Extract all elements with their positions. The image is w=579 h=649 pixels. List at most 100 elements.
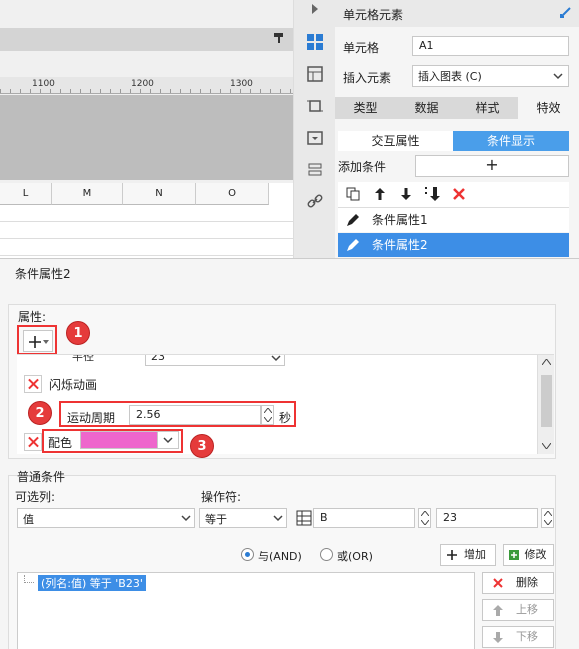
condition-item[interactable]: 条件属性1 [338,208,569,232]
move-up-label: 上移 [516,603,538,616]
add-condition-button[interactable]: + [415,155,569,177]
insert-element-label: 插入元素 [343,71,392,85]
side-icon-strip [293,0,335,258]
spreadsheet-grid[interactable]: L M N O [0,183,293,258]
condition-toolbar [338,182,569,208]
highlight-box-1 [17,325,57,355]
panel-tabs: 类型 数据 样式 特效 [335,97,579,119]
attribute-group-label: 属性: [18,310,47,324]
chevron-down-icon [553,73,563,80]
cell-field[interactable]: A1 [412,36,569,56]
scroll-up-icon[interactable] [542,359,551,365]
cell-reference-input[interactable]: B [313,508,415,528]
ruler-tick-label: 1300 [230,79,253,89]
grid-reference-icon[interactable] [296,510,312,526]
or-radio[interactable] [320,548,333,561]
operator-label: 操作符: [201,490,242,504]
remove-blink-icon[interactable] [24,375,42,393]
pencil-icon [347,239,359,251]
spin-up-icon[interactable] [421,511,429,516]
crop-icon[interactable] [306,97,324,115]
panel-title-text: 单元格元素 [343,8,404,22]
condition-item-label: 条件属性2 [372,238,428,252]
grid-row[interactable] [0,205,293,222]
tab-data[interactable]: 数据 [396,97,457,119]
grid-row[interactable] [0,239,293,256]
modify-button[interactable]: 修改 [503,544,554,566]
remove-color-icon[interactable] [24,433,42,451]
collapse-arrow-icon[interactable] [310,4,320,14]
cell-element-panel: 单元格元素 单元格 A1 插入元素 插入图表 (C) 类型 数据 样式 特效 交… [335,0,579,258]
spin-down-icon[interactable] [544,520,552,525]
radius-select[interactable]: 23 [145,355,285,366]
column-header-n[interactable]: N [123,183,196,205]
move-up-button[interactable]: 上移 [482,599,554,621]
ruler-tick-label: 1200 [131,79,154,89]
or-label: 或(OR) [337,550,373,563]
arrow-down-icon[interactable] [400,187,412,201]
tab-type[interactable]: 类型 [335,97,396,119]
design-canvas [0,95,293,180]
column-select[interactable]: 值 [17,508,195,528]
tab-effect[interactable]: 特效 [518,97,579,119]
column-header-o[interactable]: O [196,183,269,205]
delete-button-label: 删除 [516,576,538,589]
condition-expression[interactable]: (列名:值) 等于 'B23' [38,575,146,591]
condition-item-selected[interactable]: 条件属性2 [338,233,569,257]
move-down-button[interactable]: 下移 [482,626,554,648]
add-condition-label: 添加条件 [338,160,387,174]
move-down-label: 下移 [516,630,538,643]
cell-element-icon[interactable] [306,33,324,51]
add-button[interactable]: 增加 [440,544,496,566]
spin-up-icon[interactable] [544,511,552,516]
condition-item-label: 条件属性1 [372,213,428,227]
modify-button-label: 修改 [524,548,547,561]
callout-badge-3: 3 [190,434,214,458]
insert-element-select[interactable]: 插入图表 (C) [412,65,569,87]
column-header-m[interactable]: M [52,183,123,205]
subtab-condition-display[interactable]: 条件显示 [453,131,569,151]
spin-down-icon[interactable] [421,520,429,525]
modify-icon [509,550,519,560]
common-condition-label: 普通条件 [17,470,66,484]
and-radio-dot [245,552,250,557]
grid-row[interactable] [0,222,293,239]
delete-button[interactable]: 删除 [482,572,554,594]
column-header-l[interactable]: L [0,183,52,205]
cell-attribute-icon[interactable] [306,65,324,83]
pencil-icon [347,214,359,226]
link-icon[interactable] [306,192,324,210]
move-bottom-icon[interactable] [424,186,442,202]
callout-badge-2: 2 [28,401,52,425]
pin-arrow-icon[interactable] [560,7,571,18]
format-brush-icon[interactable] [273,32,285,44]
value-spinner[interactable] [541,508,554,528]
designer-toolbar [0,28,293,51]
plus-icon [447,550,457,560]
scroll-down-icon[interactable] [542,443,551,449]
arrow-up-icon[interactable] [374,187,386,201]
chevron-down-icon [181,515,191,522]
delete-icon[interactable] [452,187,466,201]
operator-select[interactable]: 等于 [199,508,287,528]
and-label: 与(AND) [258,550,302,563]
component-icon[interactable] [306,161,324,179]
condition-attribute-dialog: 条件属性2 属性: 1 半径 23 闪烁动画 运动周期 2.56 秒 配色 2 … [0,258,579,649]
attribute-scrollbar[interactable] [537,355,554,454]
subtab-interaction[interactable]: 交互属性 [338,131,453,151]
dialog-title: 条件属性2 [15,267,71,281]
blink-animation-label: 闪烁动画 [49,378,98,392]
cell-ref-spinner[interactable] [418,508,431,528]
horizontal-ruler: 1100 1200 1300 [0,77,293,94]
chevron-down-icon [271,355,281,362]
and-radio[interactable] [241,548,254,561]
highlight-box-2 [59,401,296,427]
copy-icon[interactable] [346,187,360,201]
value-input[interactable]: 23 [436,508,538,528]
condition-tree: (列名:值) 等于 'B23' [17,572,475,649]
widget-icon[interactable] [306,129,324,147]
cell-label: 单元格 [343,41,380,55]
tab-style[interactable]: 样式 [457,97,518,119]
scroll-thumb[interactable] [541,375,552,427]
callout-badge-1: 1 [66,321,90,345]
